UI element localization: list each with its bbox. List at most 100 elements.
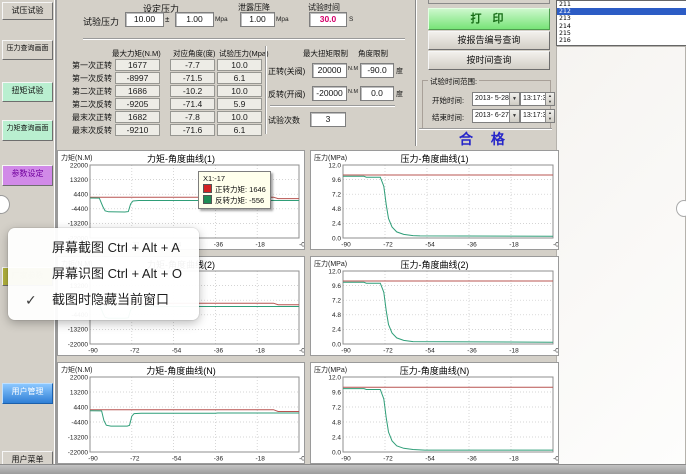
start-date-picker[interactable]: 2013- 5-28 ▼ [472,92,520,106]
test-pressure-label: 试验压力 [83,15,119,28]
verdict-text: 合 格 [459,131,512,147]
result-value: 5.9 [217,98,262,110]
svg-text:-90: -90 [341,456,351,463]
chart-plot: 12.09.67.24.82.40.0-90-72-54-36-18-0 [311,163,558,249]
leak-drop-input[interactable]: 1.00 [240,12,275,27]
right-panel [556,46,686,466]
sidebar-collapse-handle[interactable] [0,195,10,214]
result-value: -9210 [115,124,160,136]
legend-entry: 反转力矩: -556 [203,195,266,206]
report-list-item[interactable]: 213 [557,15,686,22]
start-time-spinner[interactable]: 13:17:35 ▲▼ [520,92,555,106]
svg-text:-54: -54 [425,348,435,355]
report-number-list[interactable]: 211212213214215216 [556,0,686,46]
report-list-item[interactable]: 216 [557,37,686,44]
svg-text:-13200: -13200 [68,327,89,334]
svg-text:22000: 22000 [70,163,88,169]
result-value: -10.2 [170,85,215,97]
report-list-item[interactable]: 212 [557,8,686,15]
svg-text:-13200: -13200 [68,434,89,441]
end-date-picker[interactable]: 2013- 6-27 ▼ [472,109,520,123]
seconds-unit-label: S [349,16,353,23]
clipped-button-stub[interactable] [428,0,550,4]
forward-torque-limit-input[interactable]: 20000 [312,63,347,78]
svg-text:-18: -18 [509,242,519,249]
svg-text:2.4: 2.4 [332,327,341,334]
start-time-label: 开始时间: [432,95,464,106]
result-value: -71.6 [170,124,215,136]
result-value: 10.0 [217,85,262,97]
report-list-item[interactable]: 211 [557,1,686,8]
sidebar-item-torque-test[interactable]: 扭矩试验 [2,82,53,102]
reverse-torque-limit-input[interactable]: -20000 [312,86,347,101]
right-edge-handle[interactable] [676,200,686,217]
svg-text:-36: -36 [467,242,477,249]
result-row-label: 第一次反转 [60,73,112,84]
spinner-arrows-icon[interactable]: ▲▼ [545,110,554,122]
sidebar-item-parameter-settings[interactable]: 参数设定 [2,165,53,186]
svg-text:-36: -36 [467,348,477,355]
query-by-time-button[interactable]: 按时间查询 [428,51,550,70]
settings-divider [83,38,405,39]
check-icon: ✓ [25,287,37,313]
chart-plot: 12.09.67.24.82.40.0-90-72-54-36-18-0 [311,269,558,355]
menu-item-screen-ocr[interactable]: 屏幕识图 Ctrl + Alt + O [8,261,199,287]
svg-text:-54: -54 [425,242,435,249]
result-value: 1686 [115,85,160,97]
forward-angle-limit-input[interactable]: -90.0 [360,63,394,78]
angle-header: 对应角度(度) [173,48,216,59]
legend-entry: 正转力矩: 1646 [203,184,266,195]
report-list-item[interactable]: 214 [557,23,686,30]
sidebar-item-torque-query[interactable]: 力矩查询画面 [2,120,53,141]
svg-text:-4400: -4400 [71,419,88,426]
end-time-label: 结束时间: [432,112,464,123]
count-divider [270,105,395,106]
chevron-down-icon[interactable]: ▼ [509,110,519,122]
end-date-value: 2013- 6-27 [473,110,509,122]
result-value: -71.5 [170,72,215,84]
sidebar-item-user-management[interactable]: 用户管理 [2,383,53,404]
svg-text:12.0: 12.0 [328,269,341,275]
legend-swatch [203,184,212,193]
svg-text:-36: -36 [214,348,224,355]
svg-text:-90: -90 [88,348,98,355]
pressure-angle-chart-2: 压力(MPa)压力-角度曲线(2) 12.09.67.24.82.40.0-90… [310,256,559,356]
sidebar-item-pressure-query[interactable]: 压力查询画面 [2,40,53,60]
test-time-input[interactable]: 30.0 [309,12,347,27]
spinner-arrows-icon[interactable]: ▲▼ [545,93,554,105]
svg-text:-0: -0 [299,456,304,463]
chart-plot: 12.09.67.24.82.40.0-90-72-54-36-18-0 [311,375,558,463]
pressure-tolerance-input[interactable]: 1.00 [175,12,214,27]
chevron-down-icon[interactable]: ▼ [509,93,519,105]
report-list-item[interactable]: 215 [557,30,686,37]
result-row-label: 第二次反转 [60,99,112,110]
pressure-angle-chart-n: 压力(MPa)压力-角度曲线(N) 12.09.67.24.82.40.0-90… [310,362,559,464]
svg-text:-72: -72 [383,348,393,355]
svg-text:-0: -0 [553,242,558,249]
svg-text:12.0: 12.0 [328,163,341,169]
menu-item-screen-capture[interactable]: 屏幕截图 Ctrl + Alt + A [8,235,199,261]
svg-text:13200: 13200 [70,389,88,396]
torque-angle-chart-n: 力矩(N.M)力矩-角度曲线(N) 22000132004400-4400-13… [57,362,305,464]
test-pressure-input[interactable]: 10.00 [125,12,164,27]
svg-text:-72: -72 [130,456,140,463]
verdict-panel: 合 格 [419,128,552,149]
sidebar-item-pressure-test[interactable]: 试压试验 [2,2,53,20]
svg-text:4400: 4400 [74,404,89,411]
svg-text:-90: -90 [341,348,351,355]
result-value: 1682 [115,111,160,123]
svg-text:12.0: 12.0 [328,375,341,381]
end-time-spinner[interactable]: 13:17:35 ▲▼ [520,109,555,123]
time-range-title: 试验时间范围: [428,76,479,87]
test-count-input[interactable]: 3 [310,112,346,127]
query-by-report-button[interactable]: 按报告编号查询 [428,31,550,50]
svg-text:0.0: 0.0 [332,341,341,348]
svg-text:2.4: 2.4 [332,434,341,441]
svg-text:-18: -18 [509,456,519,463]
svg-text:-4400: -4400 [71,206,88,213]
menu-item-hide-window[interactable]: ✓截图时隐藏当前窗口 [8,287,199,313]
reverse-angle-limit-input[interactable]: 0.0 [360,86,394,101]
forward-close-label: 正转(关阀) [268,66,305,77]
print-button[interactable]: 打 印 [428,8,550,30]
svg-text:4.8: 4.8 [332,206,341,213]
